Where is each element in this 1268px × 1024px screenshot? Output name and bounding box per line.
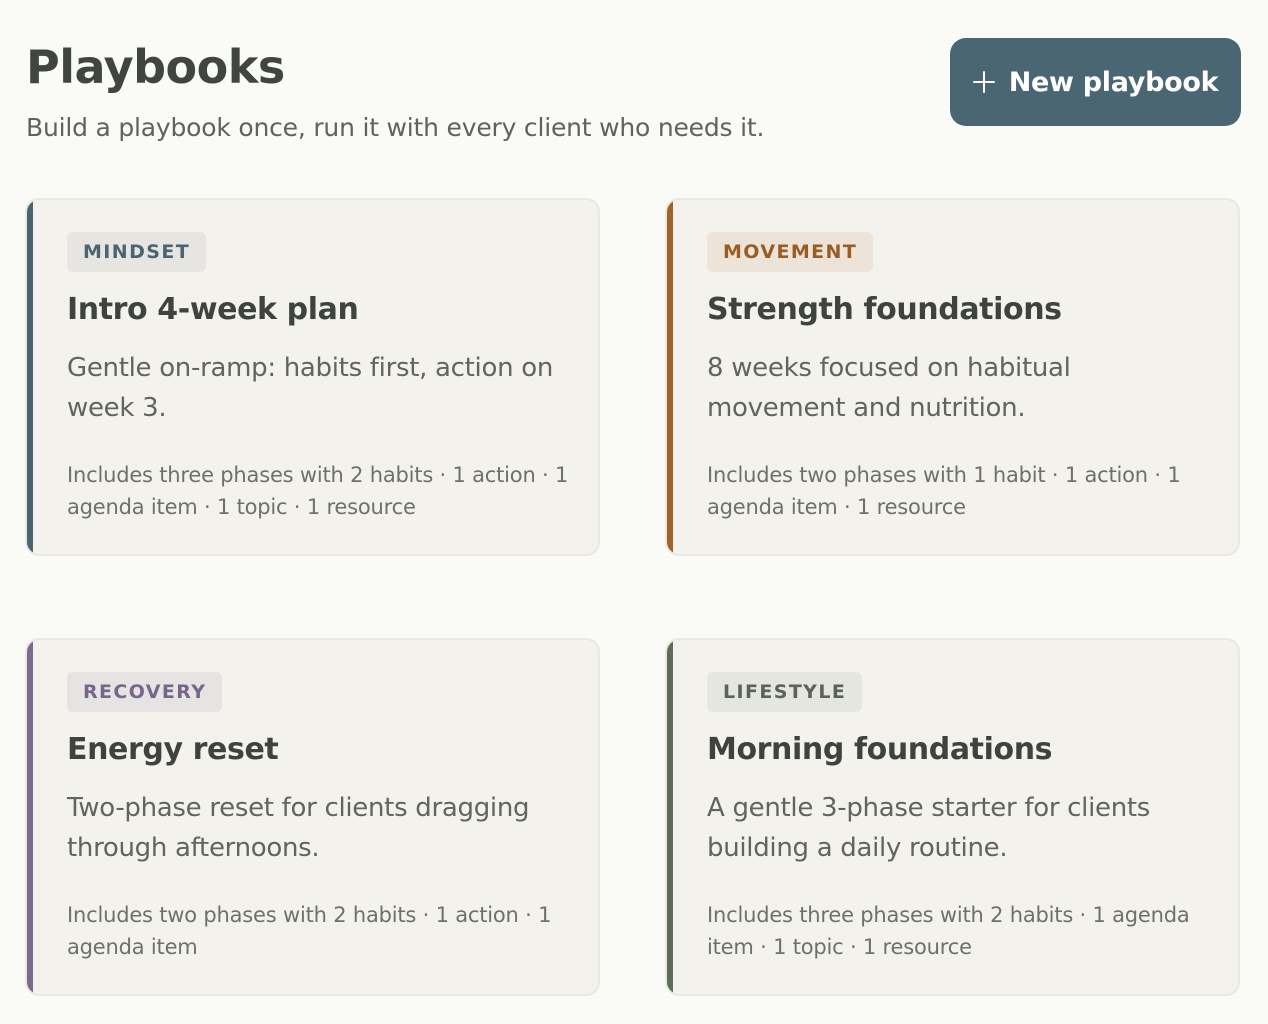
page-title: Playbooks	[26, 40, 285, 94]
playbook-description: 8 weeks focused on habitual movement and…	[707, 353, 1071, 423]
new-playbook-label: New playbook	[1008, 66, 1219, 98]
playbook-description: Gentle on-ramp: habits first, action on …	[67, 353, 554, 423]
playbook-title: Strength foundations	[707, 292, 1062, 327]
playbook-card-recovery[interactable]: RECOVERY Energy reset Two-phase reset fo…	[25, 638, 600, 996]
playbook-card-lifestyle[interactable]: LIFESTYLE Morning foundations A gentle 3…	[665, 638, 1240, 996]
category-tag: MINDSET	[67, 232, 207, 272]
playbook-contents: Includes two phases with 2 habits · 1 ac…	[67, 903, 552, 959]
playbook-title: Energy reset	[67, 732, 279, 767]
playbook-contents: Includes two phases with 1 habit · 1 act…	[707, 463, 1181, 519]
category-tag: RECOVERY	[67, 672, 223, 712]
playbook-card-movement[interactable]: MOVEMENT Strength foundations 8 weeks fo…	[665, 198, 1240, 556]
new-playbook-button[interactable]: New playbook	[950, 38, 1241, 126]
card-accent-bar	[667, 200, 673, 554]
card-accent-bar	[27, 200, 33, 554]
category-tag: LIFESTYLE	[707, 672, 863, 712]
playbook-contents: Includes three phases with 2 habits · 1 …	[707, 903, 1190, 959]
card-accent-bar	[667, 640, 673, 994]
playbook-title: Morning foundations	[707, 732, 1053, 767]
card-accent-bar	[27, 640, 33, 994]
category-tag: MOVEMENT	[707, 232, 874, 272]
playbook-contents: Includes three phases with 2 habits · 1 …	[67, 463, 569, 519]
playbook-title: Intro 4-week plan	[67, 292, 359, 327]
playbook-description: A gentle 3-phase starter for clients bui…	[707, 793, 1151, 863]
plus-icon	[972, 71, 995, 93]
page-subtitle: Build a playbook once, run it with every…	[26, 113, 765, 142]
playbook-description: Two-phase reset for clients dragging thr…	[67, 793, 530, 863]
playbook-card-mindset[interactable]: MINDSET Intro 4-week plan Gentle on-ramp…	[25, 198, 600, 556]
